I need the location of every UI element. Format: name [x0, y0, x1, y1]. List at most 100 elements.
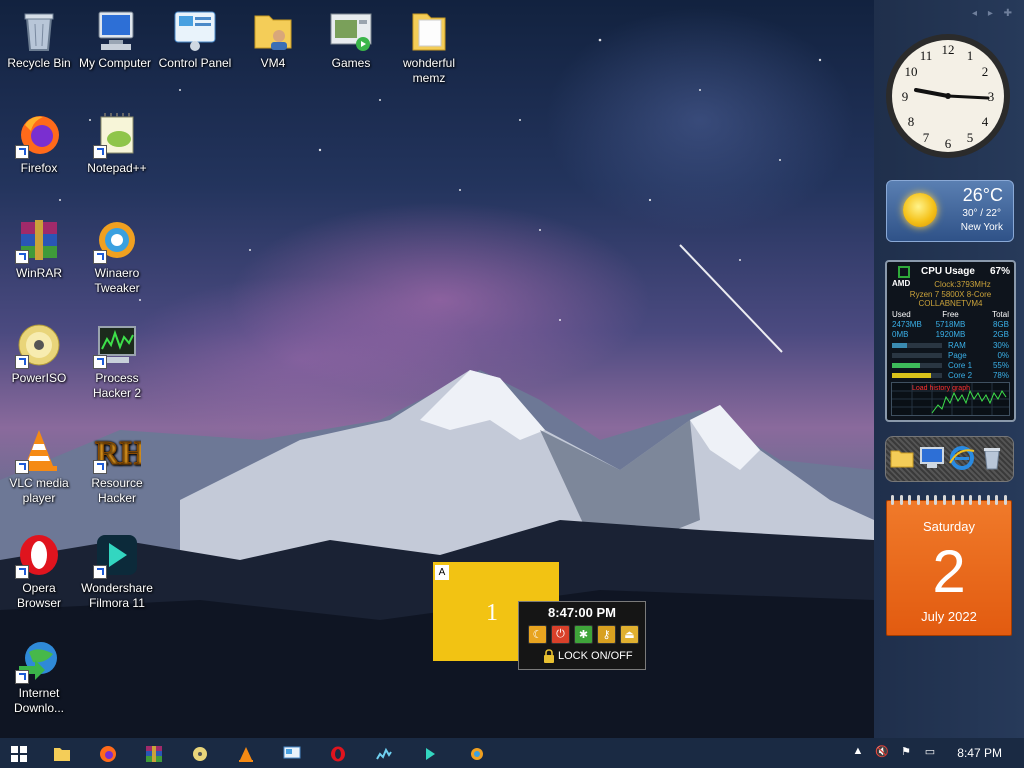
show-hidden-icons-chevron-icon[interactable]: ▲ — [850, 745, 866, 761]
vlc-cone-icon — [15, 426, 63, 474]
eject-button[interactable]: ⏏ — [620, 625, 639, 644]
shortcut-arrow-icon — [93, 355, 107, 369]
key-button[interactable]: ⚷ — [597, 625, 616, 644]
folder-icon[interactable] — [889, 445, 915, 471]
desktop-icon-notepad-plus-plus[interactable]: Notepad++ — [78, 105, 156, 176]
quick-launch-gadget — [885, 436, 1014, 482]
desktop-icon-my-computer[interactable]: My Computer — [76, 0, 154, 71]
padlock-icon — [544, 649, 554, 663]
taskbar-winaero[interactable] — [466, 743, 488, 765]
cpu-graph-label: Load history graph — [912, 385, 970, 392]
desktop-icon-resource-hacker[interactable]: RH Resource Hacker — [78, 420, 156, 506]
desktop-icon-vlc[interactable]: VLC media player — [0, 420, 78, 506]
network-icon[interactable]: ▭ — [922, 745, 938, 761]
ram-bar-fill — [892, 343, 907, 348]
calendar-gadget[interactable]: Saturday 2 July 2022 — [886, 495, 1012, 636]
shortcut-arrow-icon — [15, 670, 29, 684]
disc-icon — [193, 747, 207, 761]
taskbar-file-explorer[interactable] — [51, 743, 73, 765]
weather-city: New York — [960, 222, 1003, 233]
recycle-bin-icon — [15, 6, 63, 54]
cpu-meter-gadget[interactable]: AMD CPU Usage 67% Clock:3793MHz Ryzen 7 … — [885, 260, 1016, 422]
desktop-icon-vm4[interactable]: VM4 — [234, 0, 312, 71]
shortcut-arrow-icon — [93, 250, 107, 264]
analog-clock-gadget[interactable]: 12 1 2 3 4567 8 9 10 11 — [884, 32, 1012, 160]
calendar-month: July 2022 — [921, 609, 977, 624]
shortcut-arrow-icon — [93, 145, 107, 159]
desktop-icon-label: WinRAR — [15, 266, 62, 280]
lock-gadget-buttons: ☾ ⏻ ✱ ⚷ ⏏ — [528, 625, 639, 644]
start-button[interactable] — [8, 743, 30, 765]
desktop-icon-label: Control Panel — [158, 56, 232, 70]
games-icon — [327, 6, 375, 54]
svg-text:6: 6 — [945, 136, 952, 151]
cpu-clock: Clock:3793MHz — [934, 280, 991, 289]
user-folder-icon — [249, 6, 297, 54]
shortcut-arrow-icon — [15, 250, 29, 264]
cpu-model: Ryzen 7 5800X 8-Core — [909, 290, 992, 299]
svg-text:1: 1 — [967, 48, 974, 63]
taskbar-filmora[interactable] — [419, 743, 441, 765]
process-hacker-icon — [93, 321, 141, 369]
taskbar-winrar[interactable] — [143, 743, 165, 765]
svg-text:12: 12 — [942, 42, 955, 57]
desktop-icon-label: Internet Downlo... — [13, 686, 65, 715]
speaker-muted-icon[interactable]: 🔇 — [874, 745, 890, 761]
desktop-icon-games[interactable]: Games — [312, 0, 390, 71]
svg-text:5: 5 — [967, 130, 974, 145]
taskbar-vlc[interactable] — [235, 743, 257, 765]
desktop-icon-filmora[interactable]: Wondershare Filmora 11 — [78, 525, 156, 611]
vlc-cone-icon — [239, 747, 253, 762]
eject-icon: ⏏ — [624, 629, 635, 641]
desktop-number: 1 — [486, 600, 498, 626]
page-bar: Page 0% — [892, 351, 1009, 361]
desktop-icon-process-hacker[interactable]: Process Hacker 2 — [78, 315, 156, 401]
taskbar-opera[interactable] — [327, 743, 349, 765]
computer-icon[interactable] — [919, 445, 945, 471]
desktop-icon-winrar[interactable]: WinRAR — [0, 210, 78, 281]
desktop-icon-poweriso[interactable]: PowerISO — [0, 315, 78, 386]
disc-icon — [15, 321, 63, 369]
desktop-icon-opera[interactable]: Opera Browser — [0, 525, 78, 611]
shortcut-arrow-icon — [15, 460, 29, 474]
taskbar-control-panel[interactable] — [281, 743, 303, 765]
desktop-icon-firefox[interactable]: Firefox — [0, 105, 78, 176]
restart-icon: ✱ — [578, 629, 589, 641]
desktop-icon-label: Recycle Bin — [7, 56, 71, 70]
folder-icon — [405, 6, 453, 54]
shortcut-arrow-icon — [15, 355, 29, 369]
sidebar-nav-arrows[interactable]: ◂ ▸ ✚ — [972, 8, 1016, 19]
weather-gadget[interactable]: 26°C 30° / 22° New York — [886, 180, 1014, 242]
desktop-icon-label: VM4 — [260, 56, 286, 70]
desktop-icon-wonderful-memz[interactable]: wonderful memz — [390, 0, 468, 86]
core2-bar: Core 2 78% — [892, 371, 1009, 381]
internet-explorer-icon[interactable] — [949, 445, 975, 471]
winaero-tweaker-icon — [471, 748, 483, 760]
svg-text:7: 7 — [923, 130, 930, 145]
taskbar-poweriso[interactable] — [189, 743, 211, 765]
desktop-icon-winaero-tweaker[interactable]: Winaero Tweaker — [78, 210, 156, 296]
desktop-icon-label: My Computer — [78, 56, 152, 70]
core2-bar-fill — [892, 373, 931, 378]
restart-button[interactable]: ✱ — [574, 625, 593, 644]
desktop-icon-internet-download[interactable]: Internet Downlo... — [0, 630, 78, 716]
cpu-host: COLLABNETVM4 — [918, 299, 983, 308]
notepad-plus-plus-icon — [93, 111, 141, 159]
shortcut-arrow-icon — [93, 565, 107, 579]
power-button[interactable]: ⏻ — [551, 625, 570, 644]
action-center-flag-icon[interactable]: ⚑ — [898, 745, 914, 761]
filmora-icon — [93, 531, 141, 579]
cpu-history-graph: Load history graph — [891, 382, 1010, 416]
lock-toggle-button[interactable]: LOCK ON/OFF — [558, 650, 633, 662]
core1-bar-fill — [892, 363, 920, 368]
taskbar-process-hacker[interactable] — [373, 743, 395, 765]
taskbar-clock[interactable]: 8:47 PM — [957, 746, 1002, 760]
recycle-bin-icon[interactable] — [979, 445, 1005, 471]
svg-text:3: 3 — [988, 89, 995, 104]
desktop-icon-label: VLC media player — [9, 476, 69, 505]
gadget-sidebar: ◂ ▸ ✚ 12 1 2 3 4567 8 9 10 11 26°C 30° / 22° N… — [874, 0, 1024, 738]
taskbar-firefox[interactable] — [97, 743, 119, 765]
standby-button[interactable]: ☾ — [528, 625, 547, 644]
desktop-icon-recycle-bin[interactable]: Recycle Bin — [0, 0, 78, 71]
desktop-icon-control-panel[interactable]: Control Panel — [156, 0, 234, 71]
